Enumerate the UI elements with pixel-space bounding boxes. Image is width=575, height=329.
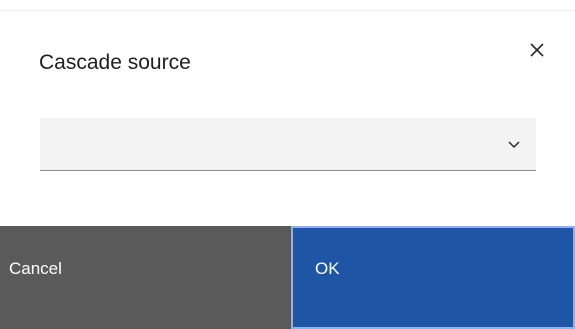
cancel-button-label: Cancel <box>9 259 62 278</box>
close-icon <box>529 42 545 58</box>
cascade-source-select[interactable] <box>40 118 536 171</box>
dialog-title: Cascade source <box>39 51 191 74</box>
cascade-source-dialog: Cascade source Cancel OK <box>0 0 575 329</box>
top-divider <box>0 10 575 11</box>
ok-button-label: OK <box>315 259 340 278</box>
cancel-button[interactable]: Cancel <box>0 226 291 329</box>
chevron-down-icon <box>506 137 522 153</box>
ok-button[interactable]: OK <box>291 226 575 329</box>
close-button[interactable] <box>520 33 554 67</box>
dialog-footer: Cancel OK <box>0 226 575 329</box>
